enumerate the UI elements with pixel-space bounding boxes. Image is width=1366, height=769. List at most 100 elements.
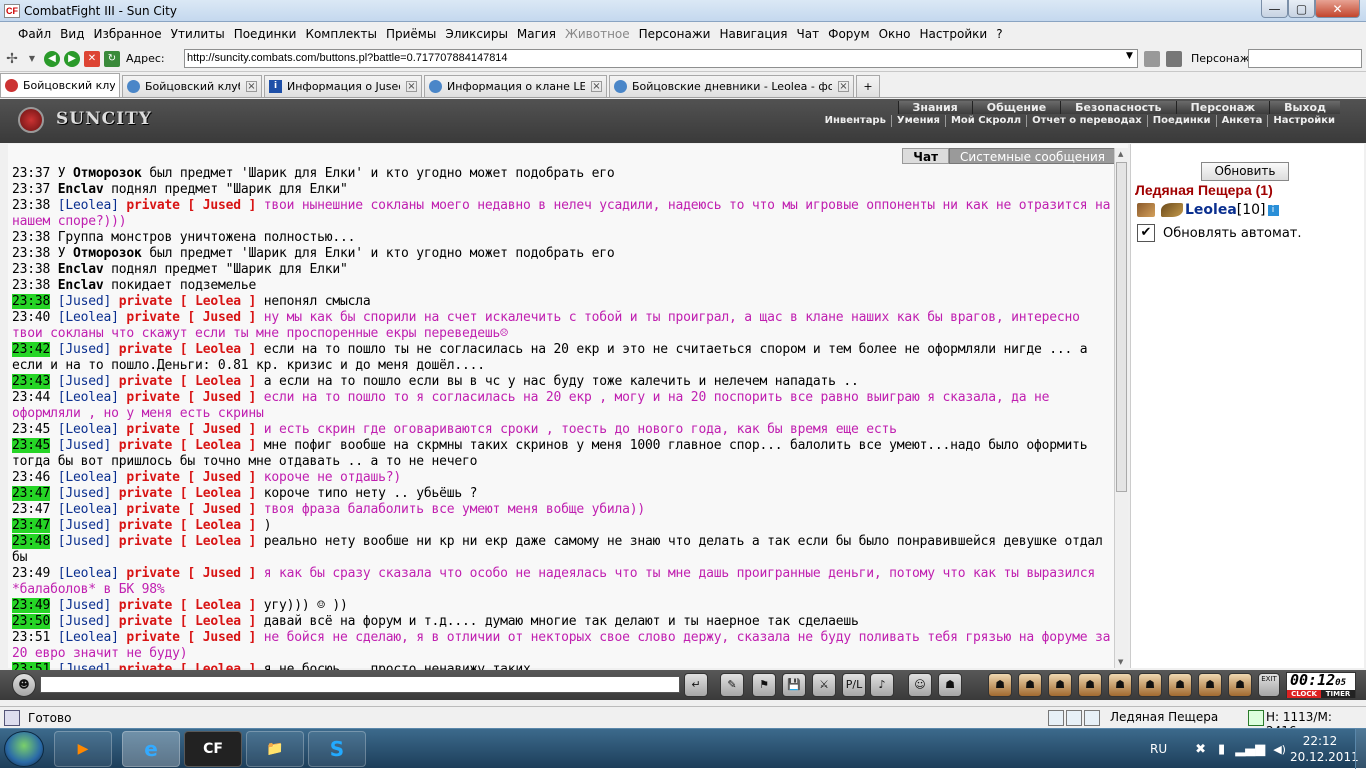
message-private-tag[interactable]: private [ Leolea ]: [111, 614, 264, 629]
message-timestamp[interactable]: 23:44: [12, 390, 50, 405]
menu-item-8[interactable]: Магия: [517, 27, 556, 41]
tab-chat[interactable]: Чат: [902, 148, 950, 164]
message-sender[interactable]: [Jused]: [58, 294, 112, 309]
message-private-tag[interactable]: private [ Leolea ]: [111, 438, 264, 453]
message-private-tag[interactable]: private [ Jused ]: [119, 566, 264, 581]
message-private-tag[interactable]: private [ Leolea ]: [111, 518, 264, 533]
tab-1[interactable]: Бойцовский клуб. ×: [122, 75, 262, 97]
network-icon[interactable]: ✖: [1195, 742, 1206, 757]
media-player-icon[interactable]: ▶: [54, 731, 112, 767]
message-private-tag[interactable]: private [ Leolea ]: [111, 598, 264, 613]
language-indicator[interactable]: RU: [1150, 742, 1167, 756]
auto-refresh-checkbox[interactable]: ✔: [1137, 224, 1155, 242]
message-sender[interactable]: [Jused]: [58, 486, 112, 501]
clock-label[interactable]: CLOCK: [1287, 690, 1321, 698]
message-private-tag[interactable]: private [ Jused ]: [119, 198, 264, 213]
message-timestamp[interactable]: 23:47: [12, 502, 50, 517]
message-sender[interactable]: [Jused]: [58, 614, 112, 629]
pin-icon[interactable]: ✢: [4, 51, 20, 67]
forward-icon[interactable]: ▶: [64, 50, 80, 67]
tab-0[interactable]: Бойцовский клуб: [0, 73, 120, 97]
tab-close-icon[interactable]: ×: [838, 81, 849, 92]
menu-item-14[interactable]: Окно: [879, 27, 911, 41]
address-input[interactable]: http://suncity.combats.com/buttons.pl?ba…: [184, 49, 1138, 68]
message-sender[interactable]: [Leolea]: [58, 198, 119, 213]
message-private-tag[interactable]: private [ Leolea ]: [111, 342, 264, 357]
chat-tool-button-7[interactable]: ☺: [908, 673, 932, 697]
message-sender[interactable]: [Jused]: [58, 438, 112, 453]
game-nav-bottom-5[interactable]: Анкета: [1215, 115, 1268, 127]
game-nav-bottom-0[interactable]: Инвентарь: [820, 115, 891, 127]
game-nav-top-2[interactable]: Безопасность: [1060, 101, 1176, 114]
scroll-up-icon[interactable]: ▲: [1118, 150, 1123, 158]
message-timestamp[interactable]: 23:37: [12, 166, 50, 181]
users-icon[interactable]: [1166, 50, 1182, 67]
action-button-1[interactable]: ☗: [1018, 673, 1042, 697]
combatfight-icon[interactable]: CF: [184, 731, 242, 767]
game-nav-top-3[interactable]: Персонаж: [1175, 101, 1270, 114]
message-sender[interactable]: [Leolea]: [58, 422, 119, 437]
message-timestamp[interactable]: 23:38: [12, 262, 50, 277]
chat-tool-button-6[interactable]: ♪: [870, 673, 894, 697]
room-status-icon[interactable]: [1084, 710, 1100, 726]
tab-close-icon[interactable]: ×: [246, 81, 257, 92]
player-name[interactable]: Leolea: [1185, 202, 1237, 218]
tab-2[interactable]: i Информация о Jused ×: [264, 75, 422, 97]
menu-item-13[interactable]: Форум: [828, 27, 869, 41]
message-timestamp[interactable]: 23:45: [12, 438, 50, 453]
message-timestamp[interactable]: 23:42: [12, 342, 50, 357]
message-private-tag[interactable]: private [ Jused ]: [119, 310, 264, 325]
menu-item-15[interactable]: Настройки: [919, 27, 987, 41]
chat-scrollbar[interactable]: ▲ ▼: [1114, 148, 1128, 668]
message-sender[interactable]: [Jused]: [58, 534, 112, 549]
action-button-8[interactable]: ☗: [1228, 673, 1252, 697]
action-button-6[interactable]: ☗: [1168, 673, 1192, 697]
new-tab-button[interactable]: +: [856, 75, 880, 97]
minimize-button[interactable]: —: [1261, 0, 1288, 18]
back-icon[interactable]: ◀: [44, 50, 60, 67]
battery-icon[interactable]: ▮: [1218, 742, 1225, 757]
skype-icon[interactable]: S: [308, 731, 366, 767]
signal-icon[interactable]: ▂▄▆: [1235, 742, 1265, 757]
message-timestamp[interactable]: 23:38: [12, 294, 50, 309]
message-timestamp[interactable]: 23:38: [12, 198, 50, 213]
message-timestamp[interactable]: 23:46: [12, 470, 50, 485]
face-icon[interactable]: ☻: [12, 673, 36, 697]
tab-system-messages[interactable]: Системные сообщения: [949, 148, 1116, 164]
message-timestamp[interactable]: 23:40: [12, 310, 50, 325]
message-timestamp[interactable]: 23:50: [12, 614, 50, 629]
menu-item-3[interactable]: Утилиты: [171, 27, 225, 41]
tab-3[interactable]: Информация о клане LEW ×: [424, 75, 607, 97]
message-private-tag[interactable]: private [ Leolea ]: [111, 486, 264, 501]
message-sender[interactable]: [Leolea]: [58, 566, 119, 581]
message-private-tag[interactable]: private [ Leolea ]: [111, 534, 264, 549]
scroll-thumb[interactable]: [1116, 162, 1127, 492]
message-sender[interactable]: [Leolea]: [58, 310, 119, 325]
menu-item-1[interactable]: Вид: [60, 27, 84, 41]
message-actor[interactable]: Enclav: [58, 262, 104, 277]
private-message-icon[interactable]: [1137, 203, 1155, 217]
clock-status-icon[interactable]: [1048, 710, 1064, 726]
chat-tool-button-5[interactable]: P/L: [842, 673, 866, 697]
message-sender[interactable]: [Jused]: [58, 598, 112, 613]
menu-item-12[interactable]: Чат: [797, 27, 820, 41]
action-button-4[interactable]: ☗: [1108, 673, 1132, 697]
security-icon[interactable]: [1144, 50, 1160, 67]
chat-tool-button-4[interactable]: ⚔: [812, 673, 836, 697]
message-actor[interactable]: Отморозок: [73, 246, 142, 261]
menu-item-9[interactable]: Животное: [565, 27, 630, 41]
maximize-button[interactable]: ▢: [1288, 0, 1315, 18]
taskbar-clock[interactable]: 22:12 20.12.2011: [1290, 733, 1359, 765]
game-nav-bottom-3[interactable]: Отчет о переводах: [1026, 115, 1147, 127]
message-sender[interactable]: [Jused]: [58, 374, 112, 389]
volume-icon[interactable]: ◀): [1273, 743, 1286, 756]
menu-item-11[interactable]: Навигация: [719, 27, 787, 41]
chat-tool-button-1[interactable]: ✎: [720, 673, 744, 697]
message-sender[interactable]: [Leolea]: [58, 390, 119, 405]
message-sender[interactable]: [Leolea]: [58, 502, 119, 517]
close-button[interactable]: ✕: [1315, 0, 1360, 18]
exit-button[interactable]: EXIT: [1258, 673, 1280, 697]
action-button-7[interactable]: ☗: [1198, 673, 1222, 697]
message-timestamp[interactable]: 23:49: [12, 566, 50, 581]
message-actor[interactable]: Enclav: [58, 182, 104, 197]
